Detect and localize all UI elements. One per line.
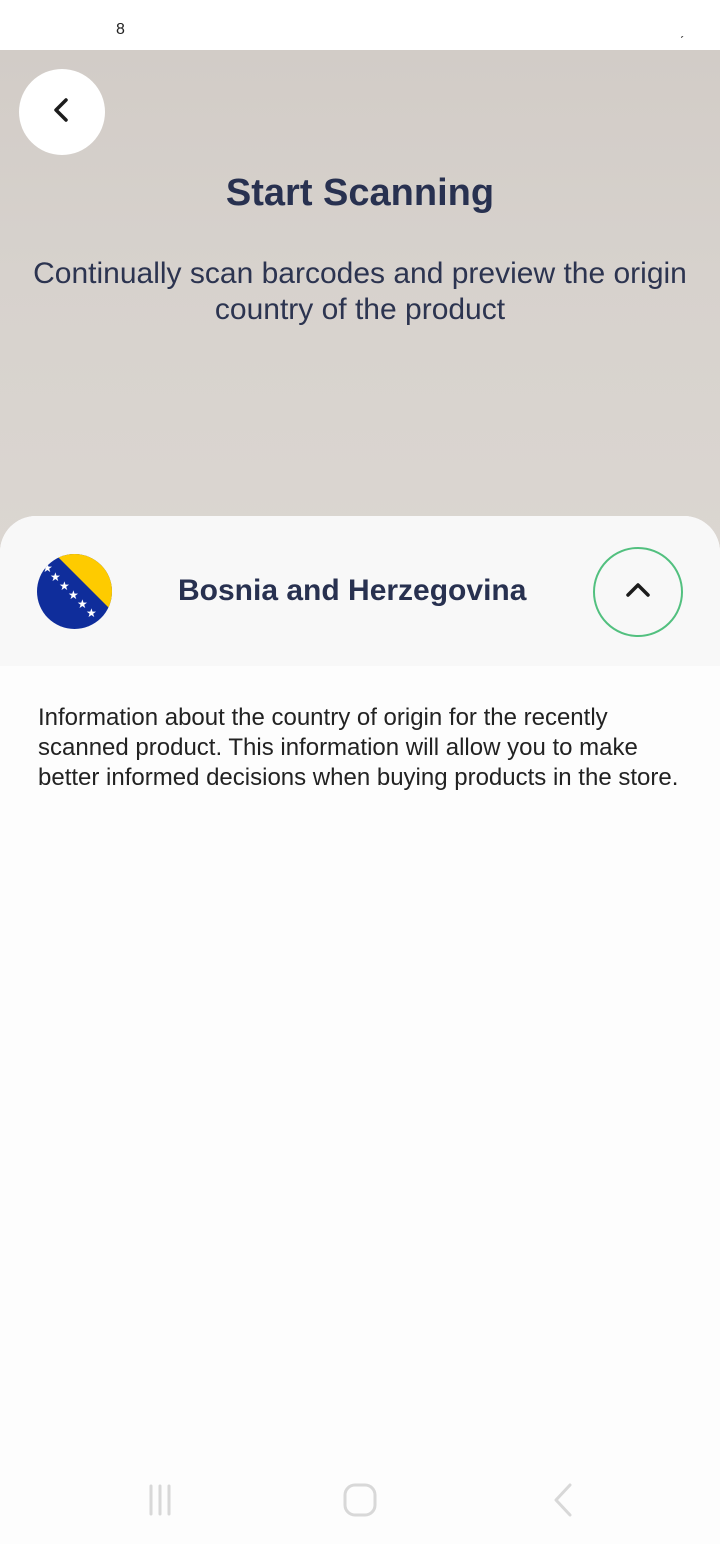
result-header: ★ ★ ★ ★ ★ ★ Bosnia and Herzegovina — [0, 516, 720, 666]
country-info-text: Information about the country of origin … — [38, 704, 679, 791]
chevron-left-icon — [47, 95, 77, 130]
recents-icon — [142, 1482, 178, 1523]
status-time: 8 — [116, 21, 125, 38]
status-indicator: ˏ — [679, 22, 684, 38]
back-icon — [544, 1482, 580, 1523]
expand-button[interactable] — [593, 547, 683, 637]
page-title: Start Scanning — [225, 172, 495, 214]
nav-back-button[interactable] — [540, 1480, 584, 1524]
result-sheet: ★ ★ ★ ★ ★ ★ Bosnia and Herzegovina Infor… — [0, 516, 720, 1544]
back-button[interactable] — [19, 69, 105, 155]
chevron-up-icon — [623, 575, 653, 610]
status-bar: 8 ˏ — [0, 0, 720, 50]
system-nav-bar — [0, 1460, 720, 1544]
bosnia-flag-icon: ★ ★ ★ ★ ★ ★ — [37, 554, 112, 629]
recents-button[interactable] — [138, 1480, 182, 1524]
svg-text:★: ★ — [86, 606, 97, 620]
home-icon — [342, 1482, 378, 1523]
country-name: Bosnia and Herzegovina — [178, 574, 527, 607]
home-button[interactable] — [338, 1480, 382, 1524]
page-subtitle: Continually scan barcodes and preview th… — [33, 257, 687, 326]
